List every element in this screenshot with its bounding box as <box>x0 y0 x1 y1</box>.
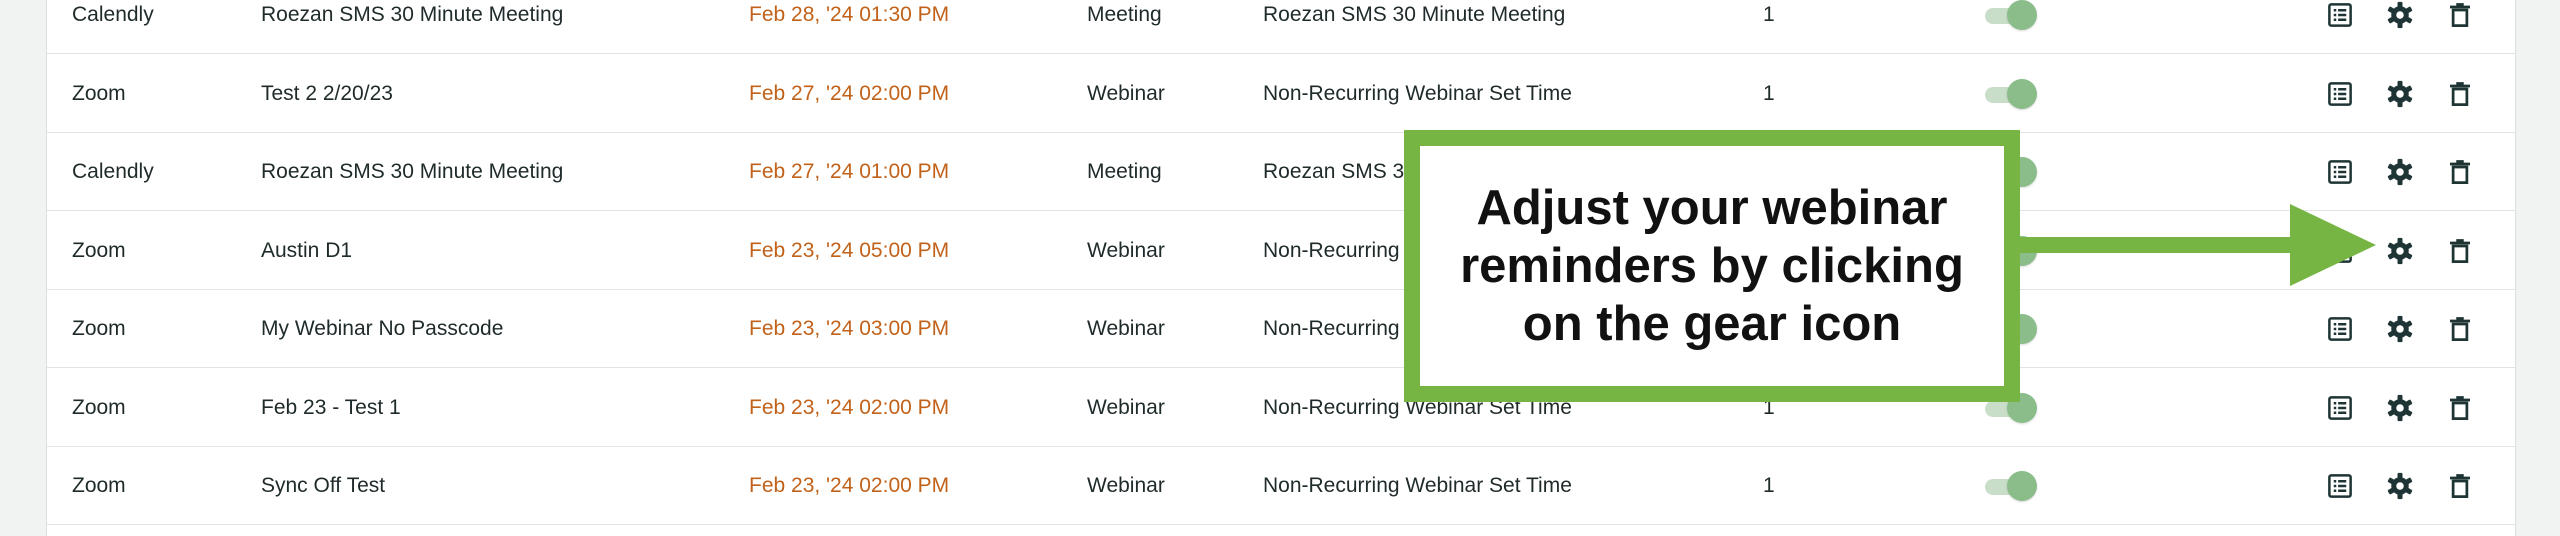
settings-button[interactable] <box>2385 314 2415 344</box>
callout-text: Adjust your webinar reminders by clickin… <box>1460 181 1964 351</box>
event-name-cell: Austin D1 <box>261 238 353 262</box>
delete-button[interactable] <box>2445 0 2475 30</box>
details-button[interactable] <box>2325 314 2355 344</box>
type-cell: Webinar <box>1087 317 1165 340</box>
trash-icon <box>2445 314 2475 344</box>
type-cell: Webinar <box>1087 81 1165 105</box>
count-cell: 1 <box>1763 81 1775 105</box>
trash-icon <box>2445 393 2475 423</box>
delete-button[interactable] <box>2445 236 2475 266</box>
schedule-cell: Non-Recurring Webinar Set Time <box>1263 81 1572 105</box>
delete-button[interactable] <box>2445 157 2475 187</box>
gear-icon <box>2385 393 2415 423</box>
gear-icon <box>2385 0 2415 30</box>
trash-icon <box>2445 471 2475 501</box>
list-icon <box>2325 471 2355 501</box>
settings-button[interactable] <box>2385 0 2415 30</box>
settings-button[interactable] <box>2385 393 2415 423</box>
source-cell: Zoom <box>72 474 126 497</box>
list-icon <box>2325 79 2355 109</box>
type-cell: Meeting <box>1087 160 1162 183</box>
settings-button[interactable] <box>2385 157 2415 187</box>
source-cell: Zoom <box>72 395 126 419</box>
event-name-cell: Roezan SMS 30 Minute Meeting <box>261 160 564 183</box>
date-cell: Feb 27, '24 01:00 PM <box>749 160 950 183</box>
source-cell: Zoom <box>72 81 126 105</box>
list-icon <box>2325 314 2355 344</box>
type-cell: Meeting <box>1087 3 1162 26</box>
toggle-knob <box>2007 78 2037 109</box>
date-cell: Feb 23, '24 03:00 PM <box>749 317 950 340</box>
toggle-knob <box>2007 0 2037 30</box>
delete-button[interactable] <box>2445 393 2475 423</box>
list-icon <box>2325 157 2355 187</box>
table-row: Calendly Roezan SMS 30 Minute Meeting Feb … <box>47 133 2515 211</box>
gear-icon <box>2385 471 2415 501</box>
details-button[interactable] <box>2325 471 2355 501</box>
count-cell: 1 <box>1763 474 1775 497</box>
details-button[interactable] <box>2325 157 2355 187</box>
source-cell: Zoom <box>72 238 126 262</box>
list-icon <box>2325 0 2355 30</box>
event-name-cell: Sync Off Test <box>261 474 386 497</box>
delete-button[interactable] <box>2445 471 2475 501</box>
table-row: Calendly Roezan SMS 30 Minute Meeting Feb … <box>47 0 2515 54</box>
trash-icon <box>2445 79 2475 109</box>
delete-button[interactable] <box>2445 314 2475 344</box>
trash-icon <box>2445 236 2475 266</box>
table-row: Zoom Sync Off Test Feb 23, '24 02:00 PM Web… <box>47 447 2515 525</box>
table-row: Zoom Feb 23 - Test 1 Feb 23, '24 02:00 PM W… <box>47 369 2515 447</box>
details-button[interactable] <box>2325 79 2355 109</box>
gear-icon <box>2385 314 2415 344</box>
trash-icon <box>2445 0 2475 30</box>
schedule-cell: Non-Recurring Webinar Set Time <box>1263 474 1572 497</box>
event-name-cell: Test 2 2/20/23 <box>261 81 393 105</box>
details-button[interactable] <box>2325 393 2355 423</box>
event-name-cell: Feb 23 - Test 1 <box>261 395 401 419</box>
settings-button[interactable] <box>2385 471 2415 501</box>
schedule-cell: Roezan SMS 30 Minute Meeting <box>1263 3 1566 26</box>
date-cell: Feb 28, '24 01:30 PM <box>749 3 950 26</box>
enabled-toggle[interactable] <box>1979 78 2037 109</box>
gear-icon <box>2385 79 2415 109</box>
trash-icon <box>2445 157 2475 187</box>
date-cell: Feb 23, '24 05:00 PM <box>749 238 950 262</box>
count-cell: 1 <box>1763 3 1775 26</box>
enabled-toggle[interactable] <box>1979 0 2037 30</box>
event-name-cell: Roezan SMS 30 Minute Meeting <box>261 3 564 26</box>
type-cell: Webinar <box>1087 238 1165 262</box>
details-button[interactable] <box>2325 0 2355 30</box>
source-cell: Zoom <box>72 317 126 340</box>
settings-button[interactable] <box>2385 236 2415 266</box>
callout-arrow <box>2004 204 2376 286</box>
table-row: Zoom My Webinar No Passcode Feb 23, '24 03… <box>47 290 2515 368</box>
toggle-knob <box>2007 471 2037 501</box>
date-cell: Feb 23, '24 02:00 PM <box>749 395 950 419</box>
tutorial-callout: Adjust your webinar reminders by clickin… <box>1404 130 2020 402</box>
delete-button[interactable] <box>2445 79 2475 109</box>
type-cell: Webinar <box>1087 395 1165 419</box>
table-row: Zoom Test 2 2/20/23 Feb 27, '24 02:00 PM We… <box>47 55 2515 133</box>
source-cell: Calendly <box>72 3 154 26</box>
source-cell: Calendly <box>72 160 154 183</box>
gear-icon <box>2385 236 2415 266</box>
type-cell: Webinar <box>1087 474 1165 497</box>
event-name-cell: My Webinar No Passcode <box>261 317 504 340</box>
settings-button[interactable] <box>2385 79 2415 109</box>
date-cell: Feb 27, '24 02:00 PM <box>749 81 950 105</box>
enabled-toggle[interactable] <box>1979 471 2037 501</box>
date-cell: Feb 23, '24 02:00 PM <box>749 474 950 497</box>
list-icon <box>2325 393 2355 423</box>
gear-icon <box>2385 157 2415 187</box>
